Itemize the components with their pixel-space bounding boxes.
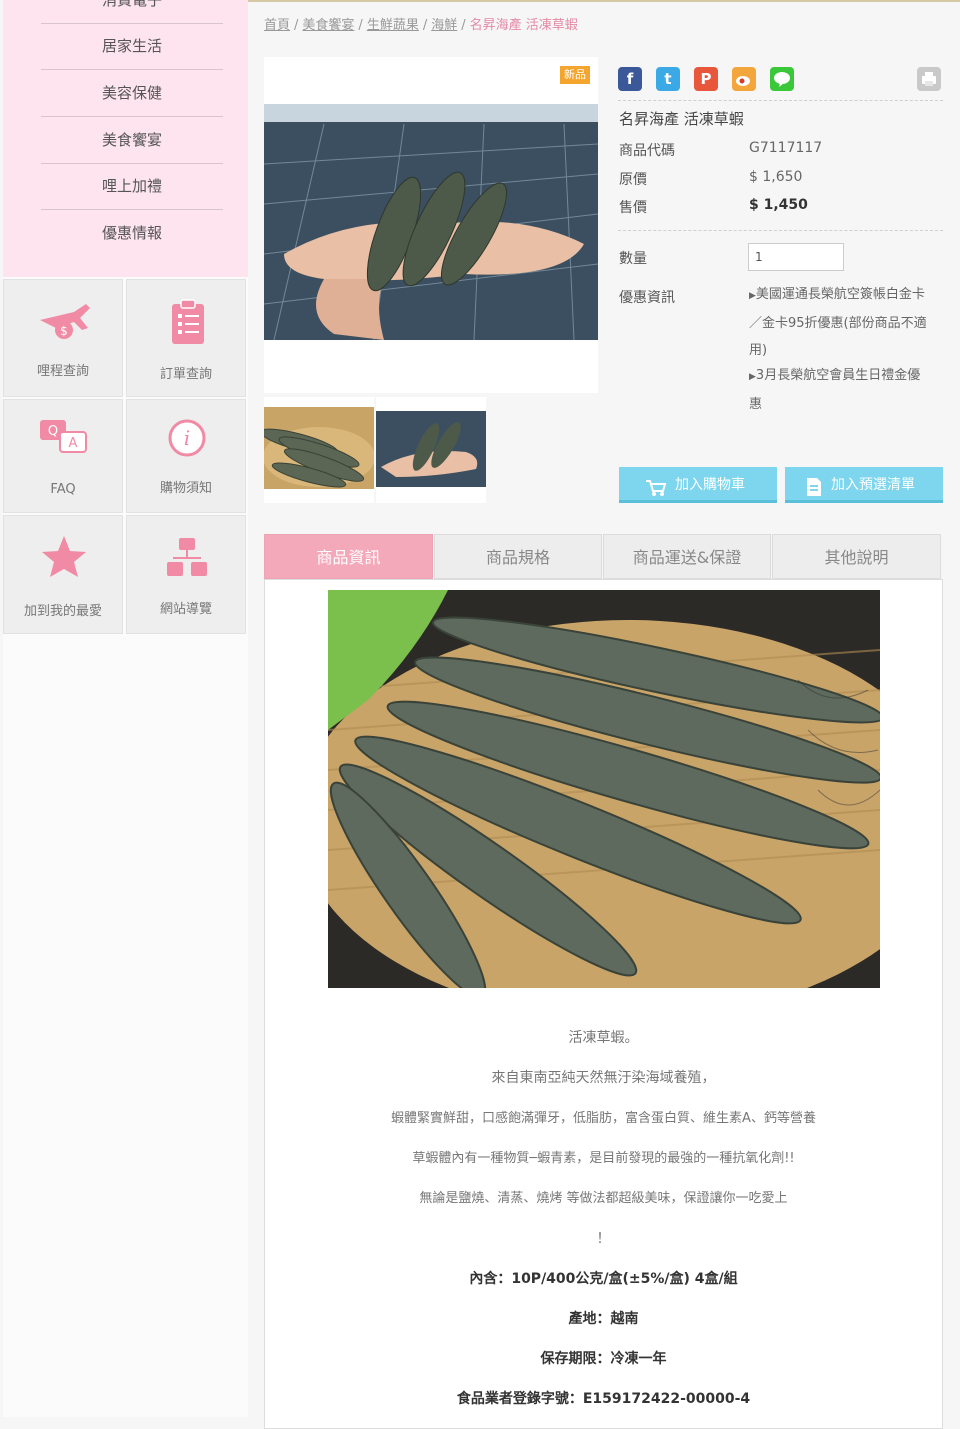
svg-text:Q: Q (48, 424, 58, 439)
tab-product-info[interactable]: 商品資訊 (264, 534, 433, 579)
breadcrumb-separator: / (358, 18, 363, 33)
product-thumbnail-1[interactable] (259, 397, 375, 503)
tile-label: 購物須知 (159, 481, 212, 496)
category-menu: 消費電子 居家生活 美容保健 美食饗宴 哩上加禮 優惠情報 (3, 0, 248, 277)
description-line: 來自東南亞純天然無汙染海域養殖， (491, 1070, 716, 1086)
product-name: 名昇海產 活凍草蝦 (619, 110, 744, 128)
svg-text:i: i (184, 426, 190, 450)
bullet-arrow-icon: ▶ (749, 291, 756, 301)
clipboard-list-icon (127, 298, 245, 350)
package-contents: 內含：10P/400公克/盒(±5%/盒) 4盒/組 (469, 1271, 738, 1287)
tile-label: 網站導覽 (159, 602, 212, 617)
description-line: ！ (596, 1231, 611, 1247)
breadcrumb-separator: / (422, 18, 428, 33)
shelf-life: 保存期限：冷凍一年 (540, 1351, 667, 1367)
bullet-arrow-icon: ▶ (749, 372, 756, 382)
tile-label: FAQ (50, 482, 76, 497)
twitter-icon[interactable]: t (656, 67, 680, 91)
svg-text:$: $ (60, 324, 68, 338)
promo-text: ／金卡95折優惠(部份商品不適 (749, 316, 927, 331)
faq-tile[interactable]: Q A FAQ (3, 399, 123, 513)
sale-price-label: 售價 (619, 200, 647, 216)
tile-label: 哩程查詢 (36, 364, 89, 379)
promo-text: 3月長榮航空會員生日禮金優 (755, 368, 921, 383)
star-icon (4, 534, 122, 586)
info-icon: i (127, 418, 245, 470)
product-code-label: 商品代碼 (619, 143, 675, 159)
add-favorite-tile[interactable]: 加到我的最愛 (3, 515, 123, 634)
tab-other-notes[interactable]: 其他說明 (772, 534, 941, 579)
sitemap-icon (127, 534, 245, 586)
description-line: 無論是鹽燒、清蒸、燒烤 等做法都超級美味，保證讓你一吃愛上 (419, 1191, 788, 1206)
menu-item-home-living[interactable]: 居家生活 (41, 23, 223, 70)
top-banner-strip (248, 0, 960, 2)
add-to-cart-label: 加入購物車 (675, 477, 745, 493)
sitemap-tile[interactable]: 網站導覽 (126, 515, 246, 634)
plurk-icon[interactable]: P (694, 67, 718, 91)
divider (618, 230, 943, 231)
facebook-icon[interactable]: f (618, 67, 642, 91)
svg-text:A: A (69, 436, 78, 451)
print-icon[interactable] (917, 67, 941, 91)
plane-coin-icon: $ (4, 298, 122, 350)
list-price-label: 原價 (619, 172, 647, 188)
breadcrumb-fresh-produce[interactable]: 生鮮蔬果 (367, 18, 419, 33)
product-thumbnail-2[interactable] (376, 397, 486, 503)
promo-info-1: ▶美國運通長榮航空簽帳白金卡 ／金卡95折優惠(部份商品不適 用) (749, 281, 945, 364)
add-to-cart-button[interactable]: 加入購物車 (619, 467, 777, 503)
food-registration-number: 食品業者登錄字號：E159172422-00000-4 (456, 1391, 751, 1407)
breadcrumb-seafood[interactable]: 海鮮 (431, 18, 457, 33)
promo-text: 用) (749, 343, 768, 358)
breadcrumb-home[interactable]: 首頁 (264, 18, 290, 33)
breadcrumb-gourmet[interactable]: 美食饗宴 (302, 18, 354, 33)
menu-item-gourmet[interactable]: 美食饗宴 (41, 117, 223, 164)
tab-product-spec[interactable]: 商品規格 (434, 534, 602, 579)
list-price-value: $ 1,650 (749, 169, 803, 185)
tile-label: 訂單查詢 (159, 367, 212, 382)
detail-product-photo (298, 590, 958, 1020)
promo-text: 惠 (749, 397, 763, 412)
promo-info-2: ▶3月長榮航空會員生日禮金優 惠 (749, 362, 945, 418)
tab-shipping-guarantee[interactable]: 商品運送&保證 (603, 534, 771, 579)
weibo-icon[interactable] (732, 67, 756, 91)
breadcrumb-current: 名昇海產 活凍草蝦 (469, 18, 578, 33)
mileage-query-tile[interactable]: $ 哩程查詢 (3, 279, 123, 397)
breadcrumb: 首頁 / 美食饗宴 / 生鮮蔬果 / 海鮮 / 名昇海產 活凍草蝦 (264, 14, 578, 33)
new-badge: 新品 (560, 66, 590, 84)
left-sidebar: 消費電子 居家生活 美容保健 美食饗宴 哩上加禮 優惠情報 $ 哩程查詢 訂單查… (3, 0, 248, 1417)
add-to-wishlist-button[interactable]: 加入預選清單 (785, 467, 943, 503)
divider (618, 100, 943, 101)
origin: 產地：越南 (568, 1311, 639, 1327)
tile-label: 加到我的最愛 (23, 604, 102, 619)
breadcrumb-separator: / (461, 18, 466, 33)
menu-item-mileage-gifts[interactable]: 哩上加禮 (41, 163, 223, 210)
sale-price-value: $ 1,450 (749, 197, 808, 213)
line-icon[interactable] (770, 67, 794, 91)
description-line: 草蝦體內有一種物質─蝦青素，是目前發現的最強的一種抗氧化劑!! (412, 1151, 795, 1166)
document-icon (805, 475, 823, 511)
main-product-photo[interactable] (263, 104, 599, 341)
menu-item-promotions[interactable]: 優惠情報 (41, 210, 223, 256)
order-query-tile[interactable]: 訂單查詢 (126, 279, 246, 397)
shopping-guide-tile[interactable]: i 購物須知 (126, 399, 246, 513)
description-line: 活凍草蝦。 (568, 1030, 639, 1046)
breadcrumb-separator: / (294, 18, 299, 33)
add-to-wishlist-label: 加入預選清單 (831, 477, 915, 493)
qa-chat-icon: Q A (4, 418, 122, 470)
description-line: 蝦體緊實鮮甜，口感飽滿彈牙，低脂肪，富含蛋白質、維生素A、鈣等營養 (391, 1111, 816, 1126)
cart-icon (645, 475, 667, 511)
promo-label: 優惠資訊 (619, 290, 675, 306)
product-code-value: G7117117 (749, 140, 823, 156)
quantity-input[interactable] (748, 243, 844, 271)
promo-text: 美國運通長榮航空簽帳白金卡 (755, 287, 925, 302)
menu-item-beauty-health[interactable]: 美容保健 (41, 70, 223, 117)
menu-item-electronics[interactable]: 消費電子 (41, 0, 223, 24)
quantity-label: 數量 (619, 251, 647, 267)
